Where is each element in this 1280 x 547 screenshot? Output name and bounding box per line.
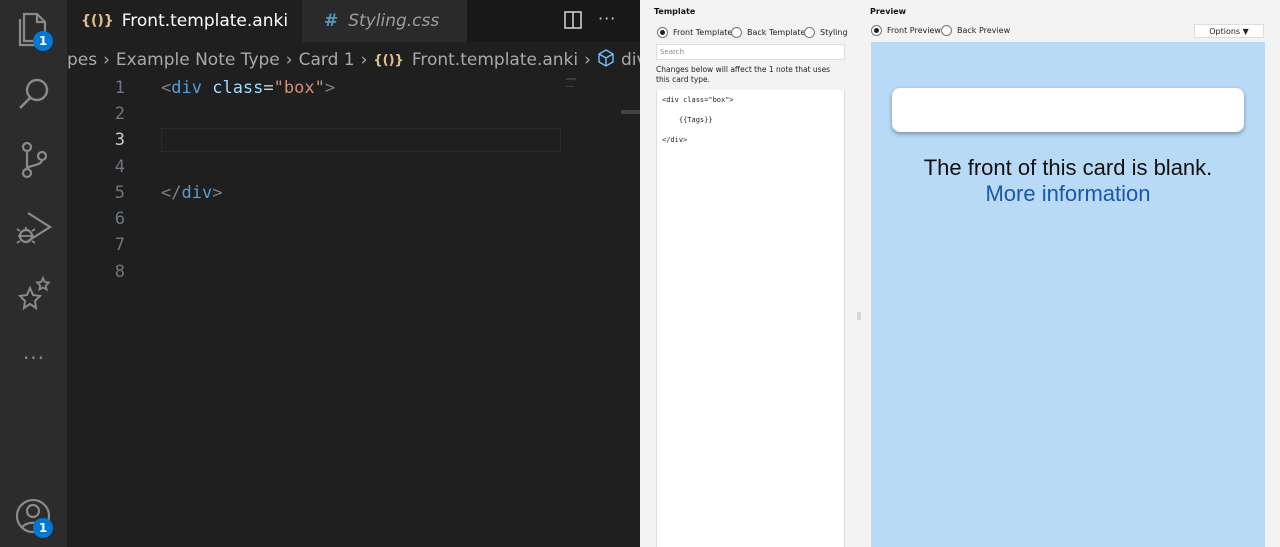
line-number: 5 xyxy=(114,183,125,203)
radio-unchecked-icon xyxy=(731,27,742,38)
minimap-line xyxy=(566,78,576,80)
radio-label: Back Preview xyxy=(957,26,1011,35)
code-token: > xyxy=(324,78,336,98)
chevron-right-icon: › xyxy=(103,50,110,70)
accounts-badge: 1 xyxy=(33,518,53,538)
template-panel-title: Template xyxy=(654,7,696,16)
code-token: div xyxy=(181,183,213,203)
code-token: = xyxy=(263,78,274,98)
line-number: 6 xyxy=(114,209,125,229)
tab-label: Styling.css xyxy=(348,11,440,31)
tab-label: Front.template.anki xyxy=(121,11,289,31)
preview-panel-title: Preview xyxy=(870,7,907,16)
chevron-right-icon: › xyxy=(360,50,368,70)
code-token: < xyxy=(161,78,172,98)
radio-front-preview[interactable]: Front Preview xyxy=(871,25,941,36)
minimap-line xyxy=(566,86,574,87)
blank-card-message: The front of this card is blank. xyxy=(923,155,1213,180)
panel-splitter-handle[interactable] xyxy=(857,306,861,320)
explorer-badge: 1 xyxy=(33,31,53,51)
cube-icon xyxy=(597,48,615,72)
breadcrumb-item[interactable]: pes xyxy=(67,50,97,70)
radio-unchecked-icon xyxy=(804,27,815,38)
line-number: 4 xyxy=(114,157,125,177)
current-line-highlight xyxy=(161,128,561,152)
template-code-editor[interactable]: <div class="box"> {{Tags}} </div> xyxy=(656,90,845,547)
radio-label: Front Preview xyxy=(887,26,941,35)
template-code-line: </div> xyxy=(662,136,688,144)
template-search-input[interactable]: Search xyxy=(656,44,845,60)
breadcrumb-item[interactable]: Card 1 xyxy=(299,50,355,70)
chevron-right-icon: › xyxy=(285,50,293,70)
source-control-icon[interactable] xyxy=(14,140,54,180)
radio-label: Back Template xyxy=(747,28,806,37)
more-icon[interactable]: ··· xyxy=(18,346,50,370)
code-token: class xyxy=(212,78,264,98)
template-notice: Changes below will affect the 1 note tha… xyxy=(656,65,831,84)
more-actions-icon[interactable]: ··· xyxy=(598,9,616,28)
radio-back-preview[interactable]: Back Preview xyxy=(941,25,1010,36)
hash-icon: # xyxy=(324,11,339,31)
tab-front-template[interactable]: {()} Front.template.anki xyxy=(67,0,302,42)
more-information-link[interactable]: More information xyxy=(871,181,1265,207)
radio-unchecked-icon xyxy=(941,25,952,36)
code-line[interactable]: <div class="box"> xyxy=(161,78,335,98)
breadcrumb-item[interactable]: Example Note Type xyxy=(116,50,280,70)
braces-icon: {()} xyxy=(373,52,404,68)
scrollbar-thumb[interactable] xyxy=(621,110,640,114)
line-number: 8 xyxy=(114,262,125,282)
line-number: 1 xyxy=(114,78,125,98)
card-box xyxy=(892,88,1244,132)
tab-styling[interactable]: # Styling.css xyxy=(302,0,467,42)
breadcrumb-item[interactable]: Front.template.anki xyxy=(412,50,578,70)
split-editor-icon[interactable] xyxy=(564,11,582,33)
code-token: > xyxy=(212,183,223,203)
radio-front-template[interactable]: Front Template xyxy=(657,27,732,38)
activity-bar: 1 ··· 1 xyxy=(0,0,67,547)
radio-checked-icon xyxy=(657,27,668,38)
search-icon[interactable] xyxy=(14,74,54,114)
code-token: </ xyxy=(161,183,182,203)
breadcrumb-item[interactable]: div.bc xyxy=(621,50,640,70)
radio-label: Styling xyxy=(820,28,848,37)
chevron-right-icon: › xyxy=(584,50,591,70)
code-token: "box" xyxy=(273,78,325,98)
template-code-line: <div class="box"> xyxy=(662,96,734,104)
code-token: div xyxy=(171,78,202,98)
radio-styling[interactable]: Styling xyxy=(804,27,848,38)
code-line[interactable]: </div> xyxy=(161,183,222,203)
line-number: 7 xyxy=(114,235,125,255)
line-number: 2 xyxy=(114,104,125,124)
run-debug-icon[interactable] xyxy=(14,208,54,248)
options-button[interactable]: Options ▼ xyxy=(1194,24,1264,38)
radio-back-template[interactable]: Back Template xyxy=(731,27,805,38)
braces-icon: {()} xyxy=(81,13,114,29)
breadcrumb: pes › Example Note Type › Card 1 › {()} … xyxy=(67,46,640,74)
radio-checked-icon xyxy=(871,25,882,36)
template-code-line: {{Tags}} xyxy=(662,116,713,124)
extensions-icon[interactable] xyxy=(14,274,54,314)
radio-label: Front Template xyxy=(673,28,733,37)
line-number: 3 xyxy=(114,130,125,150)
tab-bar: {()} Front.template.anki # Styling.css ·… xyxy=(67,0,640,42)
code-editor: {()} Front.template.anki # Styling.css ·… xyxy=(67,0,640,547)
